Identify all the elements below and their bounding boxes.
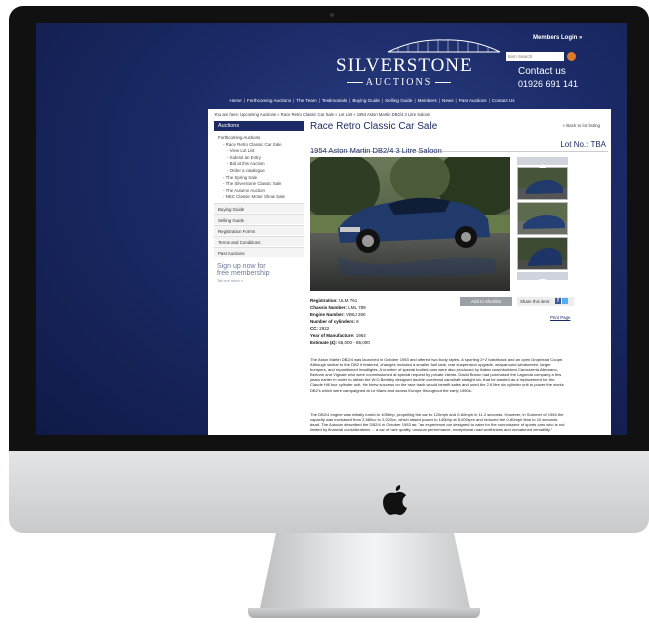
detail-value: 2922 bbox=[319, 326, 330, 331]
search-input[interactable] bbox=[506, 52, 564, 61]
monitor-stand bbox=[259, 533, 471, 613]
back-to-listing-link[interactable]: « Back to lot listing bbox=[562, 123, 600, 128]
lot-number: Lot No.: TBA bbox=[560, 140, 606, 149]
detail-row: CC: 2922 bbox=[310, 325, 370, 332]
print-page-link[interactable]: Print Page bbox=[550, 315, 571, 320]
thumbnail[interactable] bbox=[517, 237, 568, 270]
thumbnail-strip bbox=[517, 157, 568, 283]
detail-row: Chassis Number: LML 789 bbox=[310, 304, 370, 311]
sidebar-heading[interactable]: Auctions bbox=[214, 121, 304, 131]
camera-icon bbox=[330, 13, 334, 17]
main-column: Race Retro Classic Car Sale « Back to lo… bbox=[310, 121, 608, 432]
sidebar-item[interactable]: - The Autumn Auction bbox=[214, 187, 304, 194]
detail-row: Estimate (£): 65,000 - 85,000 bbox=[310, 339, 370, 346]
sidebar-section-registration-forms[interactable]: Registration Forms bbox=[214, 224, 304, 235]
lot-title: 1954 Aston Martin DB2/4 3 Litre Saloon bbox=[310, 146, 442, 155]
contact-label: Contact us bbox=[518, 66, 566, 77]
signup-line-2: free membership bbox=[217, 269, 270, 277]
description-paragraph: The Aston Martin DB2/4 was launched in O… bbox=[310, 357, 564, 393]
sidebar-item[interactable]: - Order a catalogue bbox=[214, 167, 304, 174]
sidebar-section-buying-guide[interactable]: Buying Guide bbox=[214, 202, 304, 213]
lot-details: Registration: ULM 761 Chassis Number: LM… bbox=[310, 297, 370, 346]
sidebar-item[interactable]: - The Spring Sale bbox=[214, 174, 304, 181]
breadcrumb: You are here: Upcoming Auctions » Race R… bbox=[214, 112, 431, 117]
nav-selling-guide[interactable]: Selling Guide bbox=[383, 98, 414, 103]
thumb-up-arrow-icon[interactable] bbox=[517, 157, 568, 168]
nav-home[interactable]: Home bbox=[227, 98, 243, 103]
detail-row: Year of Manufacture: 1954 bbox=[310, 332, 370, 339]
members-login-link[interactable]: Members Login » bbox=[533, 35, 582, 41]
facebook-icon[interactable]: f bbox=[555, 298, 561, 304]
imac-mockup: SILVERSTONE AUCTIONS Members Login » Con… bbox=[0, 0, 649, 629]
bridge-logo-icon bbox=[387, 39, 501, 53]
detail-row: Registration: ULM 761 bbox=[310, 297, 370, 304]
detail-value: 1954 bbox=[355, 333, 366, 338]
search-button[interactable] bbox=[567, 52, 576, 61]
signup-line-1: Sign up now for bbox=[217, 262, 266, 270]
detail-value: 6 bbox=[356, 319, 359, 324]
twitter-icon[interactable] bbox=[562, 298, 568, 304]
phone-number: 01926 691 141 bbox=[518, 79, 579, 89]
apple-logo-icon bbox=[383, 485, 407, 515]
sidebar-section-past-auctions[interactable]: Past Auctions bbox=[214, 246, 304, 257]
sidebar: Auctions Forthcoming Auctions - Race Ret… bbox=[214, 121, 304, 283]
signup-heading[interactable]: Sign up now for free membership bbox=[214, 263, 304, 277]
nav-past-auctions[interactable]: Past Auctions bbox=[457, 98, 489, 103]
nav-the-team[interactable]: The Team bbox=[294, 98, 318, 103]
detail-label: Number of cylinders: bbox=[310, 319, 356, 324]
logo-subtitle: AUCTIONS bbox=[336, 77, 462, 88]
monitor-foot bbox=[248, 608, 480, 618]
tell-me-more-link[interactable]: Tell me more » bbox=[214, 278, 304, 283]
detail-label: Chassis Number: bbox=[310, 305, 348, 310]
thumbnail[interactable] bbox=[517, 167, 568, 200]
lot-header: 1954 Aston Martin DB2/4 3 Litre Saloon L… bbox=[310, 140, 608, 155]
add-to-shortlist-button[interactable]: Add to Shortlist bbox=[460, 297, 512, 306]
main-nav: Home | Forthcoming Auctions | The Team | Te… bbox=[227, 97, 517, 103]
car-photo[interactable] bbox=[310, 157, 510, 291]
nav-buying-guide[interactable]: Buying Guide bbox=[350, 98, 382, 103]
car-photo-image bbox=[310, 157, 510, 291]
detail-label: CC: bbox=[310, 326, 318, 331]
detail-row: Engine Number: VB6J 260 bbox=[310, 311, 370, 318]
detail-label: Engine Number: bbox=[310, 312, 345, 317]
detail-value: LML 789 bbox=[348, 305, 366, 310]
sidebar-item[interactable]: - Race Retro Classic Car Sale bbox=[214, 141, 304, 148]
nav-forthcoming-auctions[interactable]: Forthcoming Auctions bbox=[245, 98, 293, 103]
nav-contact-us[interactable]: Contact Us bbox=[490, 98, 517, 103]
sidebar-section-selling-guide[interactable]: Selling Guide bbox=[214, 213, 304, 224]
detail-value: VB6J 260 bbox=[346, 312, 366, 317]
monitor-chin bbox=[9, 451, 649, 533]
detail-row: Number of cylinders: 6 bbox=[310, 318, 370, 325]
thumbnail[interactable] bbox=[517, 202, 568, 235]
sidebar-section-terms[interactable]: Terms and Conditions bbox=[214, 235, 304, 246]
sidebar-item[interactable]: - The Silverstone Classic Sale bbox=[214, 180, 304, 187]
sidebar-item[interactable]: - NEC Classic Motor Show Sale bbox=[214, 193, 304, 200]
sidebar-item[interactable]: - Bid at this Auction bbox=[214, 160, 304, 167]
detail-label: Year of Manufacture: bbox=[310, 333, 355, 338]
description-paragraph: The DB2/4 engine was initially tuned to … bbox=[310, 412, 565, 433]
sidebar-item[interactable]: Forthcoming Auctions bbox=[214, 134, 304, 141]
page-content: You are here: Upcoming Auctions » Race R… bbox=[208, 109, 611, 435]
detail-value: 65,000 - 85,000 bbox=[338, 340, 370, 345]
thumb-down-arrow-icon[interactable] bbox=[517, 272, 568, 283]
detail-label: Registration: bbox=[310, 298, 338, 303]
nav-testimonials[interactable]: Testimonials bbox=[320, 98, 349, 103]
sidebar-item[interactable]: - View Lot List bbox=[214, 147, 304, 154]
detail-value: ULM 761 bbox=[339, 298, 358, 303]
nav-news[interactable]: News bbox=[440, 98, 456, 103]
logo-wordmark[interactable]: SILVERSTONE bbox=[336, 55, 472, 77]
sidebar-item[interactable]: - Submit an Entry bbox=[214, 154, 304, 161]
detail-label: Estimate (£): bbox=[310, 340, 338, 345]
website-screen: SILVERSTONE AUCTIONS Members Login » Con… bbox=[36, 23, 627, 435]
nav-members[interactable]: Members bbox=[416, 98, 439, 103]
